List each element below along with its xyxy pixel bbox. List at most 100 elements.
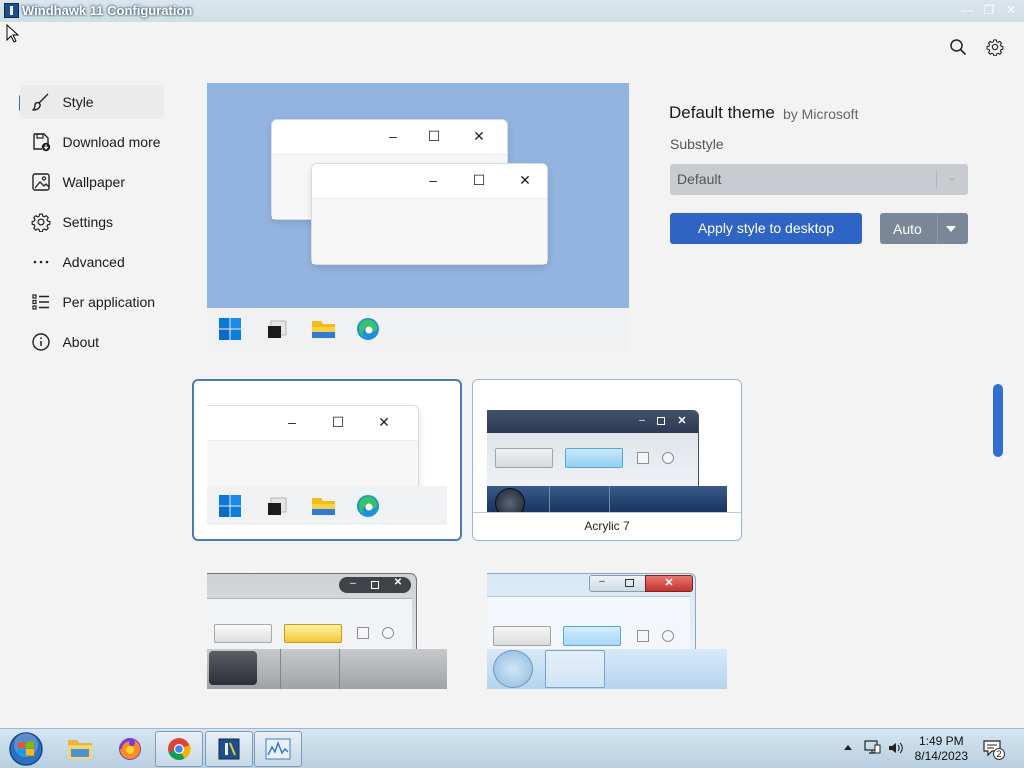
close-icon: ✕ xyxy=(378,414,390,430)
sidebar-item-wallpaper[interactable]: Wallpaper xyxy=(20,165,164,199)
style-card-aero-blue[interactable]: – ✕ xyxy=(487,563,727,689)
taskbar-chrome[interactable] xyxy=(155,731,203,767)
maximize-icon xyxy=(371,581,379,589)
clock-time: 1:49 PM xyxy=(918,734,964,748)
firefox-icon xyxy=(119,738,141,760)
gear-icon xyxy=(986,39,1004,56)
maximize-button[interactable]: ❐ xyxy=(978,3,1000,17)
os-taskbar: 1:49 PM 8/14/2023 2 xyxy=(0,728,1024,768)
theme-author: by Microsoft xyxy=(783,106,859,122)
taskbar-firefox[interactable] xyxy=(106,731,154,767)
close-icon: ✕ xyxy=(664,577,674,589)
maximize-icon xyxy=(625,579,634,587)
chevron-down-icon xyxy=(948,178,956,182)
sidebar-item-per-application[interactable]: Per application xyxy=(20,285,164,319)
sidebar-item-about[interactable]: About xyxy=(20,325,164,359)
substyle-label: Substyle xyxy=(670,136,724,152)
volume-icon[interactable] xyxy=(887,739,905,757)
chart-app-icon xyxy=(265,738,291,760)
style-card-windows11[interactable]: – ☐ ✕ xyxy=(192,379,462,541)
maximize-icon: ☐ xyxy=(427,128,441,144)
task-view-icon xyxy=(268,497,287,515)
start-button-icon xyxy=(209,651,257,685)
notification-button[interactable]: 2 xyxy=(983,739,1005,760)
close-icon: ✕ xyxy=(393,577,403,588)
more-icon xyxy=(30,251,51,273)
auto-split-button[interactable]: Auto xyxy=(880,213,968,244)
search-icon xyxy=(950,39,966,55)
sidebar-item-settings[interactable]: Settings xyxy=(20,205,164,239)
maximize-icon xyxy=(657,417,665,425)
edge-icon xyxy=(357,318,379,340)
start-orb-icon xyxy=(495,488,525,513)
file-explorer-icon xyxy=(312,498,335,515)
chrome-icon xyxy=(168,738,191,760)
minimize-icon: – xyxy=(389,128,397,144)
system-clock[interactable]: 1:49 PM 8/14/2023 xyxy=(915,734,968,764)
sidebar-item-label: Style xyxy=(62,94,94,110)
sidebar-item-label: Settings xyxy=(62,214,114,230)
maximize-icon: ☐ xyxy=(472,172,486,188)
clock-date: 8/14/2023 xyxy=(914,749,968,763)
gear-icon xyxy=(30,211,51,233)
sidebar-item-label: Wallpaper xyxy=(62,174,125,190)
gallery-scrollbar[interactable] xyxy=(993,384,1003,457)
style-card-aero-gray[interactable]: – ✕ xyxy=(207,563,447,689)
sidebar-item-download-more[interactable]: Download more styles xyxy=(20,125,164,159)
theme-preview: – ☐ ✕ – ☐ ✕ xyxy=(207,83,629,308)
windows-orb-icon xyxy=(9,732,43,766)
chevron-down-icon[interactable] xyxy=(946,226,956,232)
search-button[interactable] xyxy=(944,33,972,61)
brush-icon xyxy=(30,91,51,113)
edge-icon xyxy=(357,495,379,517)
close-icon: ✕ xyxy=(519,172,531,188)
window-title: Windhawk 11 Configuration xyxy=(22,3,193,18)
style-thumbnail: – ✕ xyxy=(487,402,727,513)
sidebar-item-style[interactable]: Style xyxy=(20,85,164,119)
substyle-dropdown[interactable]: Default xyxy=(670,164,968,195)
sidebar-item-advanced[interactable]: Advanced xyxy=(20,245,164,279)
window-titlebar[interactable]: Windhawk 11 Configuration — ❐ ✕ xyxy=(0,0,1024,22)
start-orb-icon xyxy=(493,650,533,688)
close-icon: ✕ xyxy=(473,128,485,144)
list-icon xyxy=(30,291,51,313)
style-card-label: Acrylic 7 xyxy=(584,519,630,533)
info-icon xyxy=(30,331,51,353)
style-card-acrylic7[interactable]: – ✕ Acrylic 7 xyxy=(472,379,742,541)
settings-button[interactable] xyxy=(981,33,1009,61)
sidebar-item-label: Per application xyxy=(62,294,156,310)
windows-start-icon xyxy=(219,495,241,517)
taskbar-explorer[interactable] xyxy=(56,731,104,767)
sidebar-item-label: Download more styles xyxy=(62,134,164,150)
substyle-value: Default xyxy=(677,171,722,187)
folder-icon xyxy=(68,740,92,759)
sidebar-item-label: About xyxy=(62,334,100,350)
minimize-icon: – xyxy=(350,578,356,589)
minimize-icon: – xyxy=(599,576,605,587)
close-icon: ✕ xyxy=(677,415,687,427)
image-icon xyxy=(30,171,51,193)
taskbar-windhawk-config[interactable] xyxy=(205,731,253,767)
network-icon[interactable] xyxy=(863,739,881,757)
minimize-button[interactable]: — xyxy=(956,3,978,17)
auto-label: Auto xyxy=(893,221,922,237)
apply-style-button[interactable]: Apply style to desktop xyxy=(670,213,862,244)
minimize-icon: – xyxy=(639,415,645,426)
preview-window-front: – ☐ ✕ xyxy=(311,163,548,265)
windows-start-icon xyxy=(219,318,241,340)
notification-badge: 2 xyxy=(993,748,1005,760)
sidebar-item-label: Advanced xyxy=(62,254,125,270)
preview-taskbar xyxy=(207,308,629,350)
taskbar-monitor-app[interactable] xyxy=(254,731,302,767)
app-icon xyxy=(4,3,19,18)
maximize-icon: ☐ xyxy=(331,414,345,430)
file-explorer-icon xyxy=(312,321,335,338)
config-app-icon xyxy=(218,738,240,760)
task-view-icon xyxy=(268,320,287,338)
minimize-icon: – xyxy=(429,172,437,188)
style-thumbnail: – ☐ ✕ xyxy=(207,405,447,525)
tray-expand-icon[interactable] xyxy=(844,745,852,750)
mouse-cursor-icon xyxy=(6,24,20,43)
start-button[interactable] xyxy=(0,731,52,767)
close-button[interactable]: ✕ xyxy=(1000,3,1022,17)
